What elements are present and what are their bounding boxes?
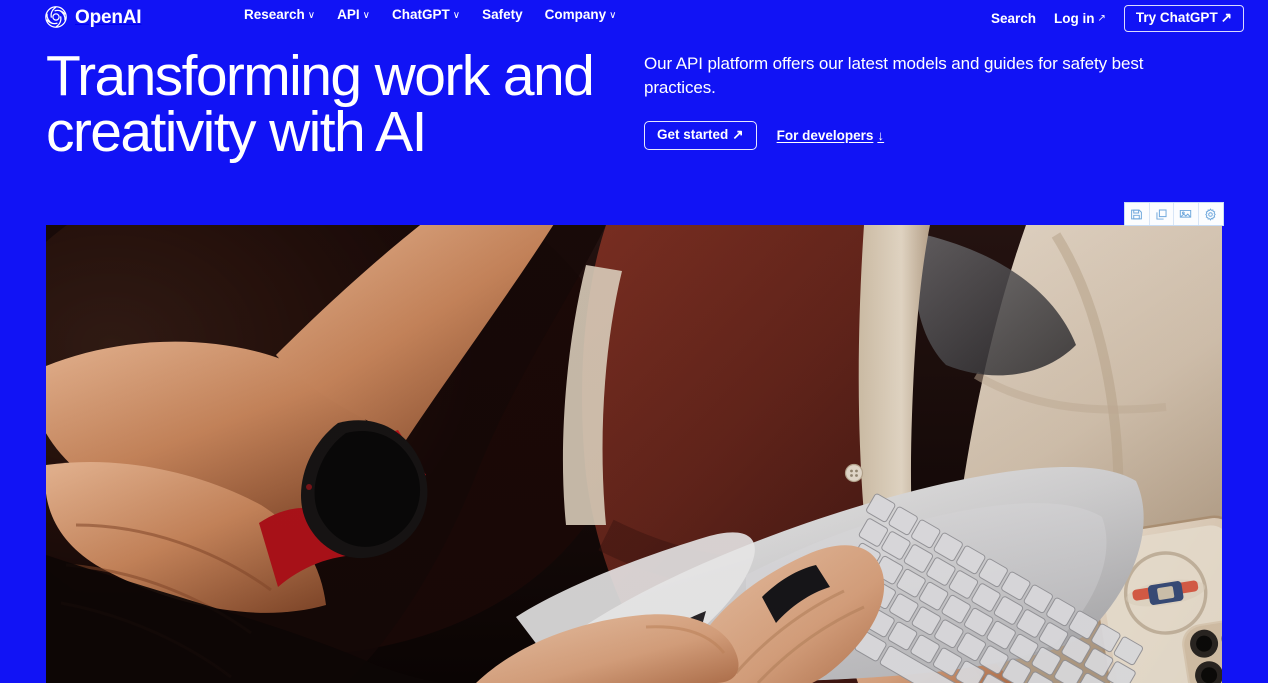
cta-row: Get started ↗ For developers ↓ — [644, 121, 1224, 150]
chevron-down-icon: ∨ — [362, 9, 370, 21]
secondary-nav: Search Log in ↗ Try ChatGPT ↗ — [991, 5, 1244, 32]
try-chatgpt-button[interactable]: Try ChatGPT ↗ — [1123, 5, 1244, 32]
nav-item-safety[interactable]: Safety — [482, 8, 523, 22]
get-started-label: Get started — [657, 127, 729, 142]
hero-right-column: Our API platform offers our latest model… — [644, 52, 1224, 150]
primary-nav: Research ∨ API ∨ ChatGPT ∨ Safety Compan… — [244, 8, 616, 22]
nav-item-research-label: Research — [244, 7, 305, 22]
for-developers-label: For developers — [776, 127, 874, 143]
external-link-arrow-icon: ↗ — [732, 127, 744, 142]
nav-item-safety-label: Safety — [482, 7, 523, 22]
settings-icon[interactable] — [1198, 203, 1223, 225]
external-link-arrow-icon: ↗ — [1097, 13, 1106, 25]
top-navigation-bar: OpenAI Research ∨ API ∨ ChatGPT ∨ Safety… — [0, 0, 1268, 36]
openai-logo-icon — [44, 5, 68, 29]
page-title: Transforming work and creativity with AI — [46, 44, 595, 164]
save-icon[interactable] — [1125, 203, 1150, 225]
login-label: Log in — [1054, 10, 1095, 26]
arrow-down-icon: ↓ — [877, 127, 885, 143]
nav-item-api-label: API — [337, 7, 360, 22]
nav-item-company[interactable]: Company ∨ — [545, 8, 617, 22]
image-icon[interactable] — [1174, 203, 1199, 225]
login-link[interactable]: Log in ↗ — [1054, 10, 1106, 26]
copy-icon[interactable] — [1149, 203, 1174, 225]
hero-section: Transforming work and creativity with AI… — [0, 44, 1268, 204]
chevron-down-icon: ∨ — [609, 9, 617, 21]
nav-item-chatgpt-label: ChatGPT — [391, 7, 450, 22]
brand-home-link[interactable]: OpenAI — [44, 4, 142, 30]
hero-subheading: Our API platform offers our latest model… — [644, 54, 1144, 97]
nav-item-company-label: Company — [544, 7, 607, 22]
image-toolbar — [1124, 202, 1224, 226]
search-label: Search — [991, 10, 1037, 26]
chevron-down-icon: ∨ — [452, 9, 461, 21]
brand-name-label: OpenAI — [75, 6, 142, 28]
get-started-button[interactable]: Get started ↗ — [644, 121, 757, 150]
try-chatgpt-label: Try ChatGPT — [1135, 10, 1218, 25]
nav-item-chatgpt[interactable]: ChatGPT ∨ — [392, 8, 460, 22]
for-developers-link[interactable]: For developers ↓ — [776, 127, 885, 143]
search-button[interactable]: Search — [991, 10, 1037, 26]
chevron-down-icon: ∨ — [307, 9, 316, 21]
nav-item-research[interactable]: Research ∨ — [244, 8, 315, 22]
external-link-arrow-icon: ↗ — [1220, 10, 1232, 25]
hero-image — [46, 225, 1222, 683]
nav-item-api[interactable]: API ∨ — [337, 8, 370, 22]
